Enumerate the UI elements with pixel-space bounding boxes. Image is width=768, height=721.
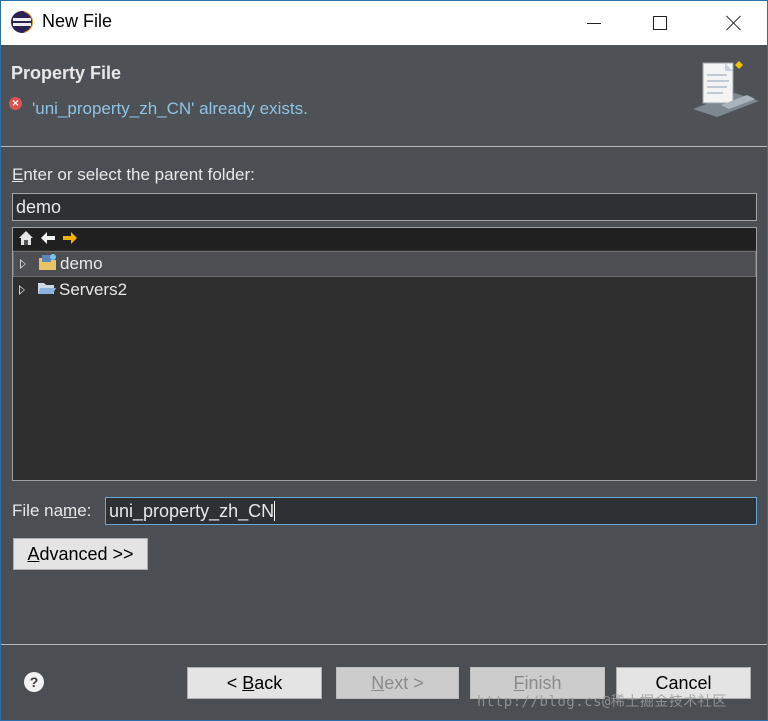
watermark-text: http://blog.cs@稀土掘金技术社区	[477, 694, 727, 710]
window-title: New File	[42, 11, 113, 31]
next-button[interactable]: Next >	[336, 667, 459, 699]
folder-tree[interactable]: demo Servers2	[12, 227, 757, 481]
expand-arrow-icon[interactable]	[19, 285, 25, 295]
error-icon: ×	[9, 97, 22, 110]
footer-separator	[1, 644, 767, 645]
wizard-header: Property File × 'uni_property_zh_CN' alr…	[1, 45, 767, 146]
folder-icon	[38, 283, 56, 294]
maximize-button[interactable]	[637, 1, 683, 45]
forward-arrow-icon[interactable]	[62, 230, 78, 246]
expand-arrow-icon[interactable]	[20, 259, 26, 269]
file-name-input[interactable]: uni_property_zh_CN	[105, 497, 757, 525]
error-message: 'uni_property_zh_CN' already exists.	[32, 99, 308, 118]
tree-toolbar	[13, 228, 756, 250]
tree-item-label: Servers2	[59, 280, 128, 299]
title-bar[interactable]: New File	[1, 1, 767, 45]
eclipse-icon	[11, 11, 33, 33]
file-name-label: File name:	[12, 501, 92, 520]
tree-item-demo[interactable]: demo	[13, 251, 756, 277]
page-title: Property File	[11, 63, 122, 83]
minimize-icon	[587, 22, 601, 24]
back-arrow-icon[interactable]	[40, 230, 56, 246]
new-file-dialog: New File Property File × 'uni_property_z…	[0, 0, 768, 721]
home-icon[interactable]	[18, 230, 34, 246]
maximize-icon	[653, 16, 667, 30]
help-icon[interactable]: ?	[24, 672, 44, 692]
close-icon	[726, 15, 742, 31]
close-button[interactable]	[711, 1, 757, 45]
parent-folder-label: Enter or select the parent folder:	[12, 165, 255, 184]
advanced-button[interactable]: Advanced >>	[13, 538, 148, 570]
back-button[interactable]: < Back	[187, 667, 322, 699]
tree-item-servers2[interactable]: Servers2	[13, 278, 756, 304]
parent-folder-input[interactable]: demo	[12, 193, 757, 221]
new-file-wizard-icon	[693, 61, 759, 117]
text-caret	[274, 501, 276, 521]
project-icon	[39, 254, 56, 270]
minimize-button[interactable]	[571, 1, 617, 45]
header-separator	[1, 146, 767, 147]
tree-item-label: demo	[60, 254, 103, 273]
